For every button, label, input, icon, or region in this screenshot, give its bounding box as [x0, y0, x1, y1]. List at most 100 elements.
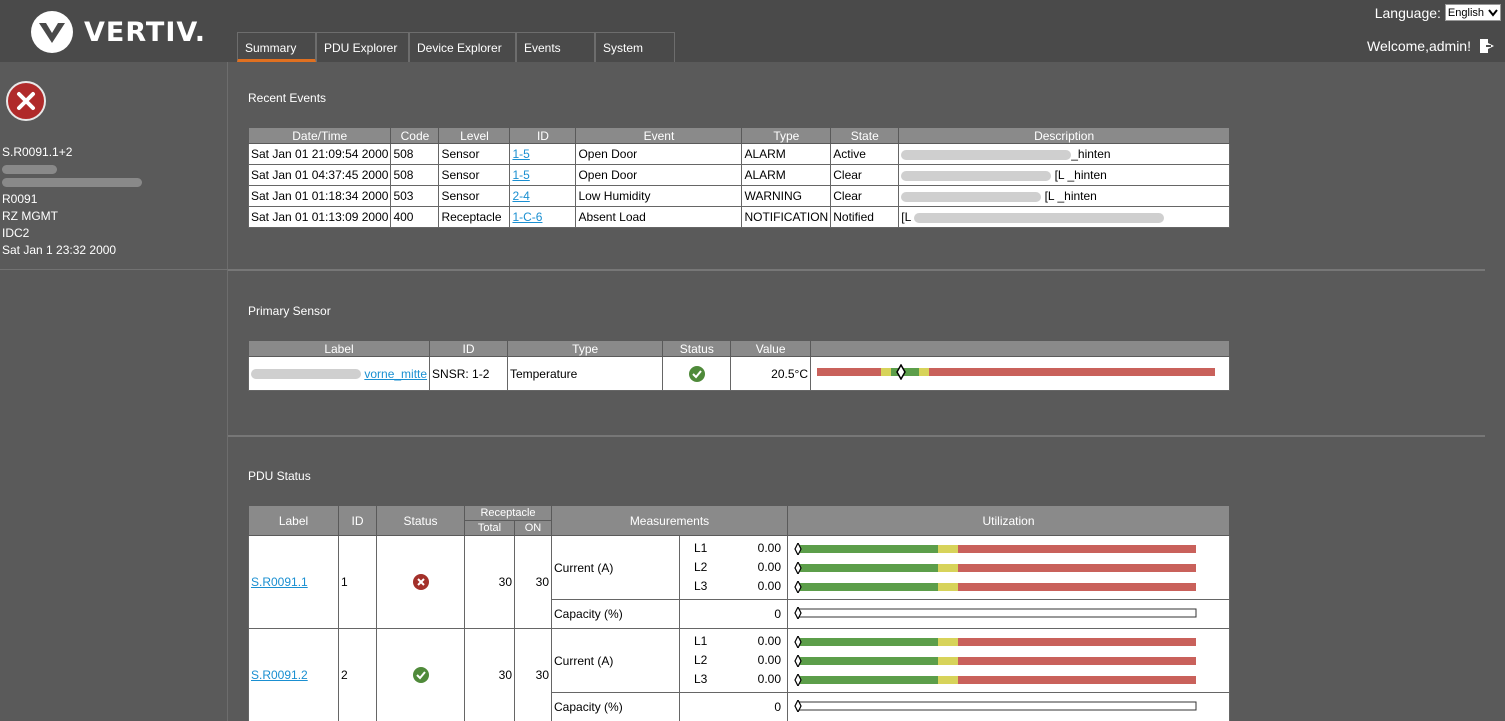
pdu-status-table: Label ID Status Receptacle Measurements …	[248, 505, 1230, 721]
pdu-row: S.R0091.2 2 30 30 Current (A) L1 L2 L3 0.00 0.00 0…	[248, 628, 1230, 721]
redacted-text	[2, 178, 142, 187]
utilization-bar	[794, 580, 1196, 593]
event-description-cell: _hinten	[898, 143, 1230, 165]
event-state: Clear	[830, 185, 900, 207]
vertiv-logo-icon	[31, 11, 73, 53]
phase-value: 0.00	[757, 560, 781, 574]
bar-yellow	[938, 563, 958, 572]
col-event: Event	[575, 127, 743, 144]
table-row: Sat Jan 01 04:37:45 2000 508 Sensor 1-5 …	[247, 164, 1230, 186]
bar-red	[958, 637, 1196, 646]
event-description-cell: [L _hinten	[898, 185, 1230, 207]
event-level: Receptacle	[438, 206, 511, 228]
tab-summary[interactable]: Summary	[237, 32, 316, 62]
event-id-link[interactable]: 1-5	[512, 147, 529, 161]
event-type: ALARM	[741, 164, 832, 186]
event-description-cell: [L	[898, 206, 1230, 228]
bar-empty	[797, 608, 1197, 617]
col-state: State	[830, 127, 900, 144]
event-state: Clear	[830, 164, 900, 186]
check-icon	[412, 667, 429, 683]
tab-pdu-explorer[interactable]: PDU Explorer	[316, 32, 409, 62]
tab-device-explorer[interactable]: Device Explorer	[409, 32, 516, 62]
gauge-segment-yellow-low	[881, 368, 891, 376]
phase-value: 0.00	[757, 634, 781, 648]
col-id: ID	[509, 127, 577, 144]
pdu-label-link[interactable]: S.R0091.2	[251, 668, 308, 682]
table-row: Sat Jan 01 21:09:54 2000 508 Sensor 1-5 …	[247, 143, 1230, 165]
event-id-cell: 1-5	[509, 143, 577, 165]
gauge-segment-red-high	[929, 368, 1215, 376]
tab-events[interactable]: Events	[516, 32, 595, 62]
current-label: Current (A)	[551, 628, 680, 693]
pdu-label-link[interactable]: S.R0091.1	[251, 575, 308, 589]
main-tabs: Summary PDU Explorer Device Explorer Eve…	[237, 32, 675, 62]
bar-red	[958, 582, 1196, 591]
bar-yellow	[938, 544, 958, 553]
col-level: Level	[438, 127, 511, 144]
col-id: ID	[338, 505, 377, 536]
event-id-link[interactable]: 2-4	[512, 189, 529, 203]
utilization-bar	[794, 635, 1196, 648]
redacted-text	[2, 165, 57, 174]
phase-name: L2	[694, 653, 708, 667]
language-dropdown[interactable]: English	[1444, 4, 1501, 21]
utilization-bar	[794, 561, 1196, 574]
event-name: Open Door	[575, 143, 743, 165]
bar-green	[798, 582, 938, 591]
logout-icon[interactable]	[1479, 38, 1495, 54]
language-selector: Language: English	[1375, 4, 1501, 21]
event-id-cell: 2-4	[509, 185, 577, 207]
bar-marker	[794, 673, 802, 686]
phase-name: L2	[694, 560, 708, 574]
pdu-receptacle-total: 30	[464, 628, 515, 721]
logo-text: VERTIV.	[84, 16, 207, 48]
capacity-label: Capacity (%)	[551, 692, 680, 721]
bar-green	[798, 675, 938, 684]
pdu-table-body: S.R0091.1 1 30 30 Current (A) L1 L2 L3 0.00 0.00 0…	[248, 535, 1230, 721]
pdu-status-title: PDU Status	[248, 469, 311, 483]
col-type: Type	[506, 340, 664, 357]
utilization-bar	[794, 654, 1196, 667]
pdu-receptacle-on: 30	[514, 628, 552, 721]
phase-values-cell: L1 L2 L3 0.00 0.00 0.00	[679, 535, 788, 600]
event-datetime: Sat Jan 01 01:18:34 2000	[247, 185, 392, 207]
gauge-segment-yellow-high	[919, 368, 929, 376]
col-status: Status	[376, 505, 465, 536]
language-value: English	[1447, 6, 1484, 19]
pdu-id: 1	[338, 535, 377, 629]
utilization-bar	[794, 673, 1196, 686]
event-id-cell: 1-5	[509, 164, 577, 186]
phase-value: 0.00	[757, 672, 781, 686]
phase-value: 0.00	[757, 653, 781, 667]
event-id-link[interactable]: 1-C-6	[512, 210, 542, 224]
sensor-label-link[interactable]: vorne_mitte	[364, 367, 427, 381]
col-receptacle: Receptacle	[464, 505, 552, 521]
col-on: ON	[514, 520, 552, 536]
sensor-value: 20.5°C	[730, 356, 811, 391]
language-label: Language:	[1374, 4, 1441, 21]
event-code: 503	[390, 185, 440, 207]
event-level: Sensor	[438, 143, 511, 165]
event-id-link[interactable]: 1-5	[512, 168, 529, 182]
redacted-text	[251, 369, 361, 380]
bar-empty	[797, 701, 1197, 710]
event-type: NOTIFICATION	[741, 206, 832, 228]
tab-system[interactable]: System	[595, 32, 675, 62]
bar-marker	[794, 542, 802, 555]
sidebar-divider	[0, 269, 228, 270]
sensor-id: SNSR: 1-2	[429, 356, 508, 391]
event-datetime: Sat Jan 01 04:37:45 2000	[247, 164, 392, 186]
event-datetime: Sat Jan 01 01:13:09 2000	[247, 206, 392, 228]
phase-name: L3	[694, 672, 708, 686]
recent-events-title: Recent Events	[248, 91, 327, 105]
capacity-value: 0	[679, 599, 788, 629]
pdu-label-cell: S.R0091.1	[248, 535, 339, 629]
bar-red	[958, 675, 1196, 684]
event-type: WARNING	[741, 185, 832, 207]
pdu-status-cell	[376, 628, 465, 721]
redacted-text	[901, 149, 1072, 160]
phase-name: L3	[694, 579, 708, 593]
primary-sensor-title: Primary Sensor	[248, 304, 331, 318]
device-name: S.R0091.1+2	[2, 145, 73, 159]
